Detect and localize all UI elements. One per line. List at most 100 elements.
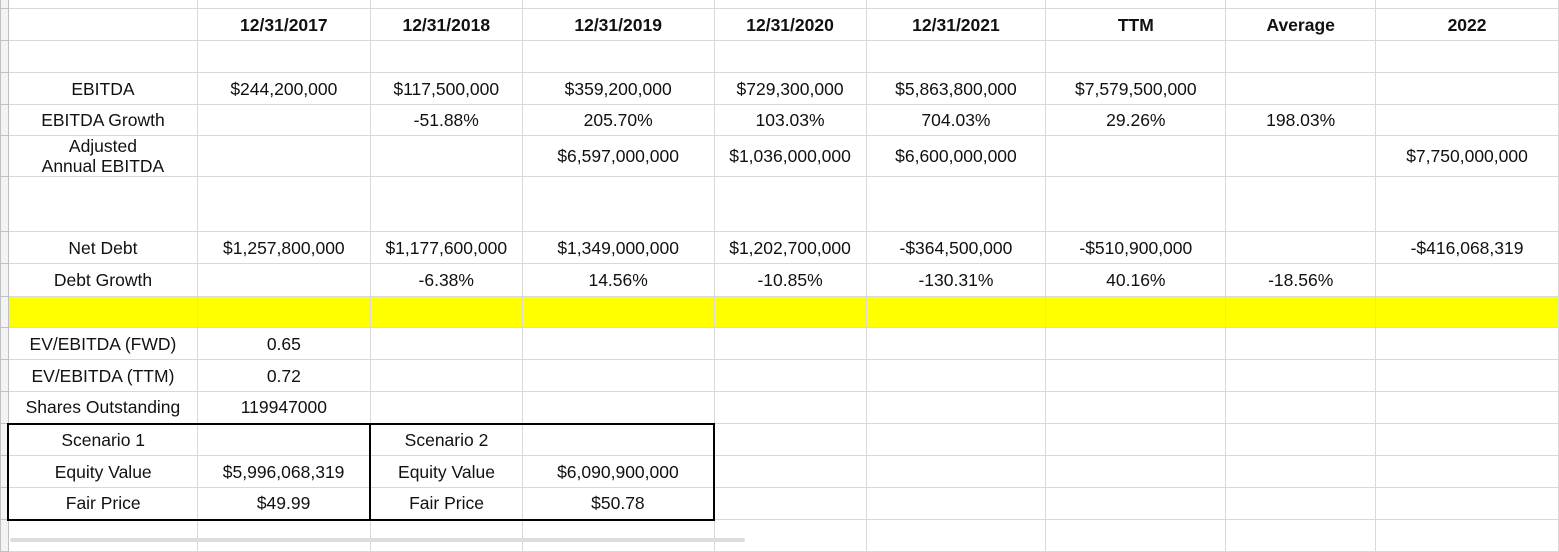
value-cell[interactable] (196, 422, 372, 456)
row-header[interactable] (0, 135, 9, 177)
value-cell[interactable]: 103.03% (713, 104, 867, 136)
value-cell[interactable] (1225, 135, 1377, 177)
value-cell[interactable] (713, 327, 867, 360)
value-cell[interactable] (369, 296, 523, 328)
value-cell[interactable] (1225, 455, 1377, 488)
cell[interactable] (369, 0, 523, 9)
row-label-cell[interactable] (7, 296, 198, 328)
value-cell[interactable]: $1,177,600,000 (369, 231, 523, 264)
value-cell[interactable] (1375, 519, 1559, 552)
value-cell[interactable]: -$416,068,319 (1375, 231, 1559, 264)
value-cell[interactable] (865, 296, 1047, 328)
value-cell[interactable] (521, 40, 715, 73)
value-cell[interactable]: $6,597,000,000 (521, 135, 715, 177)
value-cell[interactable]: $244,200,000 (196, 72, 371, 105)
value-cell[interactable] (713, 40, 867, 73)
value-cell[interactable] (865, 359, 1047, 392)
value-cell[interactable] (1225, 176, 1377, 232)
row-header[interactable] (0, 231, 9, 264)
value-cell[interactable] (521, 422, 716, 456)
horizontal-scrollbar[interactable] (10, 538, 745, 542)
row-header[interactable] (0, 40, 9, 73)
value-cell[interactable]: $117,500,000 (369, 72, 523, 105)
value-cell[interactable] (1375, 176, 1559, 232)
value-cell[interactable] (1225, 487, 1377, 520)
value-cell[interactable] (1375, 296, 1559, 328)
value-cell[interactable] (1045, 391, 1227, 424)
value-cell[interactable]: $5,996,068,319 (196, 455, 372, 488)
cell[interactable] (1225, 0, 1377, 9)
value-cell[interactable] (1045, 519, 1227, 552)
value-cell[interactable] (1045, 455, 1227, 488)
value-cell[interactable]: -$510,900,000 (1045, 231, 1227, 264)
value-cell[interactable] (1225, 359, 1377, 392)
value-cell[interactable]: Fair Price (369, 487, 523, 521)
value-cell[interactable]: $49.99 (196, 487, 372, 521)
row-header[interactable] (0, 296, 9, 328)
row-label-cell[interactable]: Equity Value (7, 455, 198, 488)
row-label-cell[interactable] (7, 519, 198, 552)
row-label-cell[interactable]: Debt Growth (7, 263, 198, 297)
value-cell[interactable] (713, 455, 867, 488)
column-header-cell[interactable]: 12/31/2021 (865, 8, 1047, 41)
column-header-cell[interactable]: Average (1225, 8, 1377, 41)
value-cell[interactable] (369, 359, 523, 392)
value-cell[interactable] (196, 104, 371, 136)
value-cell[interactable] (1225, 327, 1377, 360)
value-cell[interactable] (865, 423, 1047, 456)
value-cell[interactable] (1045, 487, 1227, 520)
column-header-cell[interactable]: 12/31/2019 (521, 8, 715, 41)
value-cell[interactable]: $6,600,000,000 (865, 135, 1047, 177)
value-cell[interactable]: $7,579,500,000 (1045, 72, 1227, 105)
value-cell[interactable] (521, 359, 715, 392)
value-cell[interactable] (521, 176, 715, 232)
row-label-cell[interactable] (7, 176, 198, 232)
value-cell[interactable]: -51.88% (369, 104, 523, 136)
value-cell[interactable] (1225, 423, 1377, 456)
value-cell[interactable]: 0.65 (196, 327, 371, 360)
row-header[interactable] (0, 327, 9, 360)
value-cell[interactable] (865, 455, 1047, 488)
row-header[interactable] (0, 72, 9, 105)
cell[interactable] (196, 0, 371, 9)
value-cell[interactable] (1045, 40, 1227, 73)
value-cell[interactable] (1375, 423, 1559, 456)
row-label-cell[interactable] (7, 40, 198, 73)
value-cell[interactable] (1375, 487, 1559, 520)
value-cell[interactable] (713, 359, 867, 392)
row-header[interactable] (0, 359, 9, 392)
row-header[interactable] (0, 104, 9, 136)
value-cell[interactable]: $6,090,900,000 (521, 455, 716, 488)
value-cell[interactable] (1225, 519, 1377, 552)
value-cell[interactable] (1375, 263, 1559, 297)
value-cell[interactable] (369, 391, 523, 424)
value-cell[interactable] (1375, 455, 1559, 488)
value-cell[interactable] (1375, 104, 1559, 136)
value-cell[interactable]: 704.03% (865, 104, 1047, 136)
row-header[interactable] (0, 487, 9, 520)
value-cell[interactable] (196, 263, 371, 297)
value-cell[interactable] (713, 391, 867, 424)
value-cell[interactable] (1045, 135, 1227, 177)
column-header-cell[interactable]: 12/31/2017 (196, 8, 371, 41)
value-cell[interactable]: Scenario 2 (369, 422, 523, 456)
value-cell[interactable] (1225, 72, 1377, 105)
row-header[interactable] (0, 8, 9, 41)
row-header[interactable] (0, 0, 9, 9)
value-cell[interactable] (196, 519, 371, 552)
column-header-cell[interactable]: 2022 (1375, 8, 1559, 41)
row-header[interactable] (0, 263, 9, 297)
value-cell[interactable]: $1,036,000,000 (713, 135, 867, 177)
value-cell[interactable] (713, 487, 867, 520)
value-cell[interactable] (521, 391, 715, 424)
value-cell[interactable] (1225, 296, 1377, 328)
value-cell[interactable] (865, 176, 1047, 232)
value-cell[interactable] (369, 40, 523, 73)
value-cell[interactable] (369, 327, 523, 360)
value-cell[interactable]: $1,349,000,000 (521, 231, 715, 264)
value-cell[interactable]: -$364,500,000 (865, 231, 1047, 264)
value-cell[interactable]: -6.38% (369, 263, 523, 297)
row-label-cell[interactable]: Fair Price (7, 487, 198, 521)
value-cell[interactable] (521, 327, 715, 360)
value-cell[interactable]: 14.56% (521, 263, 715, 297)
